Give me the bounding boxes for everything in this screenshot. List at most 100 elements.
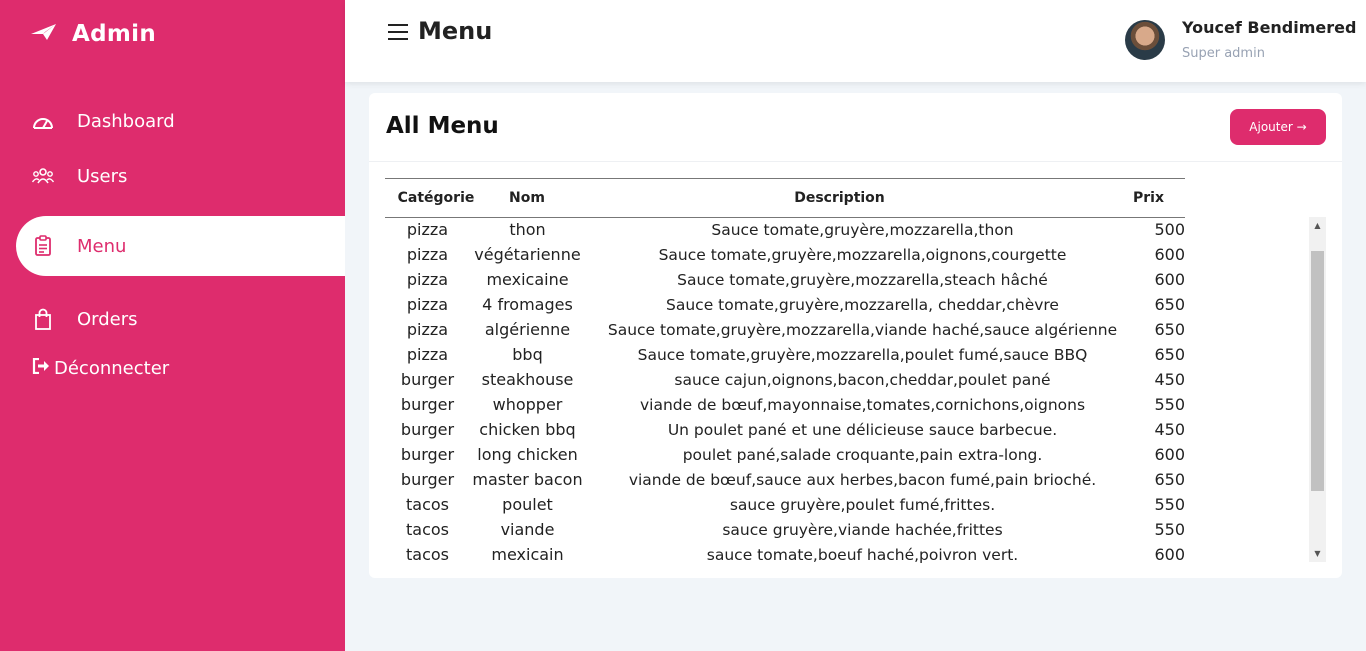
table-row[interactable]: pizza mexicaine Sauce tomate,gruyère,mozza…: [385, 267, 1185, 292]
avatar[interactable]: [1125, 20, 1165, 60]
column-header-description: Description: [794, 190, 885, 206]
cell-category: pizza: [406, 295, 449, 314]
cell-description: Sauce tomate,gruyère,mozzarella,steach h…: [677, 270, 1048, 289]
cell-price: 550: [1154, 520, 1185, 539]
clipboard-list-icon: [32, 235, 54, 257]
table-row[interactable]: burger chicken bbq Un poulet pané et une d…: [385, 417, 1185, 442]
cell-name: thon: [509, 220, 546, 239]
cell-name: chicken bbq: [479, 420, 576, 439]
cell-price: 650: [1154, 345, 1185, 364]
table-row[interactable]: tacos mexicain sauce tomate,boeuf haché,po…: [385, 542, 1185, 565]
scroll-up-arrow-icon[interactable]: ▲: [1309, 217, 1326, 234]
table-row[interactable]: burger steakhouse sauce cajun,oignons,baco…: [385, 367, 1185, 392]
cell-category: burger: [400, 445, 455, 464]
cell-description: Sauce tomate,gruyère,mozzarella,viande h…: [607, 320, 1118, 339]
cell-description: Sauce tomate,gruyère,mozzarella, cheddar…: [666, 295, 1059, 314]
cell-description: sauce tomate,boeuf haché,poivron vert.: [706, 545, 1019, 564]
cell-price: 600: [1154, 445, 1185, 464]
cell-category: burger: [400, 370, 455, 389]
user-role: Super admin: [1182, 46, 1265, 61]
cell-category: pizza: [406, 270, 449, 289]
sidebar-item-label: Users: [77, 165, 128, 187]
scrollbar-thumb[interactable]: [1311, 251, 1324, 491]
top-header: Menu Youcef Bendimered Super admin: [345, 0, 1366, 82]
sidebar-item-menu[interactable]: Menu: [16, 216, 345, 276]
cell-description: Sauce tomate,gruyère,mozzarella,poulet f…: [637, 345, 1088, 364]
cell-name: whopper: [492, 395, 563, 414]
cell-category: burger: [400, 395, 455, 414]
cell-category: pizza: [406, 220, 449, 239]
cell-category: tacos: [406, 545, 449, 564]
dashboard-gauge-icon: [32, 110, 54, 132]
table-row[interactable]: tacos poulet sauce gruyère,poulet fumé,fri…: [385, 492, 1185, 517]
card-title: All Menu: [386, 113, 499, 139]
cell-category: burger: [400, 470, 455, 489]
table-row[interactable]: burger master bacon viande de bœuf,sauce a…: [385, 467, 1185, 492]
cell-name: algérienne: [484, 320, 571, 339]
page-title: Menu: [418, 17, 493, 45]
table-row[interactable]: pizza bbq Sauce tomate,gruyère,mozzarella,…: [385, 342, 1185, 367]
cell-category: pizza: [406, 345, 449, 364]
hamburger-menu-icon[interactable]: [387, 22, 409, 42]
cell-price: 500: [1154, 220, 1185, 239]
sign-out-icon: [32, 357, 50, 379]
scroll-down-arrow-icon[interactable]: ▼: [1309, 545, 1326, 562]
logout-button[interactable]: Déconnecter: [32, 357, 169, 379]
column-header-category: Catégorie: [397, 190, 475, 206]
table-scrollbar[interactable]: ▲ ▼: [1309, 217, 1326, 562]
cell-description: sauce gruyère,viande hachée,frittes: [722, 520, 1003, 539]
shopping-bag-icon: [32, 308, 54, 330]
table-row[interactable]: pizza 4 fromages Sauce tomate,gruyère,mozz…: [385, 292, 1185, 317]
cell-category: pizza: [406, 245, 449, 264]
cell-description: Sauce tomate,gruyère,mozzarella,thon: [711, 220, 1014, 239]
paper-plane-icon: [30, 22, 58, 46]
cell-name: végétarienne: [474, 245, 581, 264]
table-body: pizza thon Sauce tomate,gruyère,mozzarella…: [385, 217, 1185, 565]
cell-category: pizza: [406, 320, 449, 339]
cell-name: bbq: [512, 345, 543, 364]
cell-price: 600: [1154, 545, 1185, 564]
cell-description: Un poulet pané et une délicieuse sauce b…: [667, 420, 1058, 439]
sidebar: Admin Dashboard Users Menu Orders Déconn…: [0, 0, 345, 651]
column-header-name: Nom: [509, 190, 545, 206]
sidebar-item-label: Dashboard: [77, 110, 175, 132]
cell-name: poulet: [502, 495, 553, 514]
table-row[interactable]: tacos viande sauce gruyère,viande hachée,f…: [385, 517, 1185, 542]
cell-price: 600: [1154, 245, 1185, 264]
cell-category: burger: [400, 420, 455, 439]
cell-category: tacos: [406, 520, 449, 539]
table-row[interactable]: pizza végétarienne Sauce tomate,gruyère,mo…: [385, 242, 1185, 267]
table-row[interactable]: pizza algérienne Sauce tomate,gruyère,mozz…: [385, 317, 1185, 342]
cell-description: sauce gruyère,poulet fumé,frittes.: [729, 495, 996, 514]
cell-description: Sauce tomate,gruyère,mozzarella,oignons,…: [658, 245, 1067, 264]
table-row[interactable]: pizza thon Sauce tomate,gruyère,mozzarella…: [385, 217, 1185, 242]
cell-category: tacos: [406, 495, 449, 514]
add-menu-button[interactable]: Ajouter →: [1230, 109, 1326, 145]
cell-price: 600: [1154, 270, 1185, 289]
table-header: Catégorie Nom Description Prix: [385, 178, 1185, 218]
cell-price: 650: [1154, 320, 1185, 339]
cell-name: steakhouse: [481, 370, 574, 389]
brand-name: Admin: [72, 21, 156, 47]
cell-name: mexicaine: [486, 270, 569, 289]
cell-description: viande de bœuf,mayonnaise,tomates,cornic…: [639, 395, 1086, 414]
cell-price: 550: [1154, 395, 1185, 414]
menu-card: All Menu Ajouter → Catégorie Nom Descrip…: [369, 93, 1342, 578]
table-row[interactable]: burger long chicken poulet pané,salade cro…: [385, 442, 1185, 467]
table-row[interactable]: burger whopper viande de bœuf,mayonnaise,t…: [385, 392, 1185, 417]
column-header-price: Prix: [1133, 190, 1164, 206]
cell-name: viande: [500, 520, 555, 539]
sidebar-item-users[interactable]: Users: [16, 150, 345, 202]
cell-name: long chicken: [477, 445, 578, 464]
cell-name: mexicain: [491, 545, 564, 564]
cell-price: 650: [1154, 470, 1185, 489]
sidebar-item-dashboard[interactable]: Dashboard: [16, 95, 345, 147]
cell-name: 4 fromages: [482, 295, 573, 314]
cell-price: 550: [1154, 495, 1185, 514]
card-header: All Menu Ajouter →: [369, 93, 1342, 162]
sidebar-item-orders[interactable]: Orders: [16, 293, 345, 345]
cell-description: poulet pané,salade croquante,pain extra-…: [682, 445, 1043, 464]
sidebar-item-label: Menu: [77, 235, 127, 257]
brand[interactable]: Admin: [30, 18, 156, 50]
cell-price: 650: [1154, 295, 1185, 314]
